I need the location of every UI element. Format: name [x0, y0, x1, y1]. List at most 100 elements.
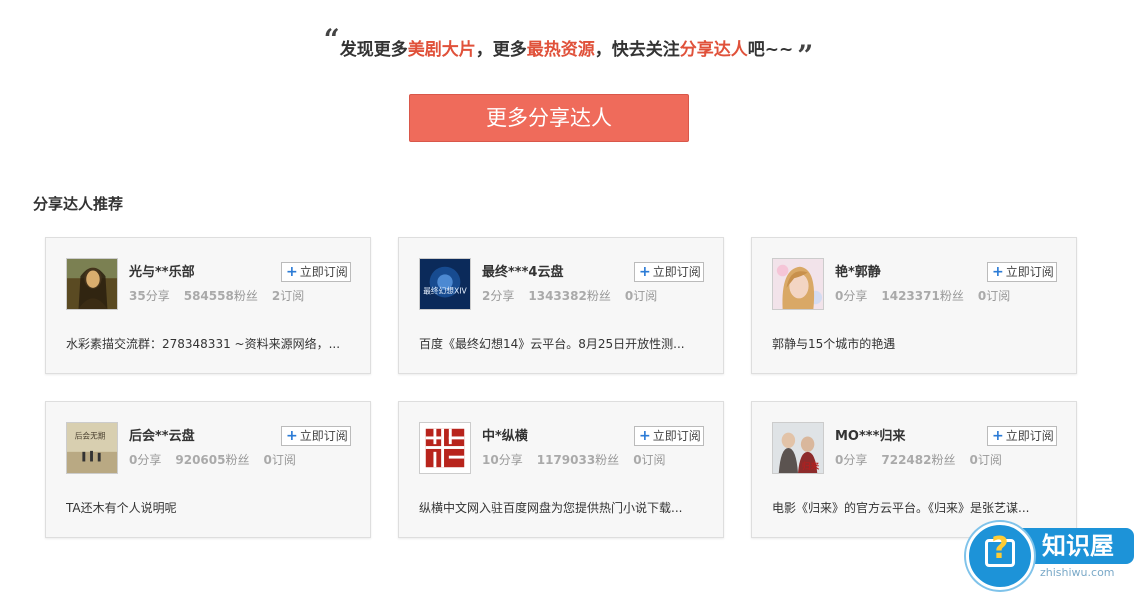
sharer-name[interactable]: 最终***4云盘: [482, 261, 563, 280]
subscribe-label: 立即订阅: [652, 429, 701, 443]
sharer-name[interactable]: 艳*郭静: [835, 261, 881, 280]
subscribe-button[interactable]: + 立即订阅: [987, 426, 1057, 446]
subscribe-label: 立即订阅: [299, 429, 348, 443]
sub-count: 0: [977, 289, 987, 303]
sub-count: 0: [624, 289, 634, 303]
close-quote: ”: [797, 39, 814, 72]
subscribe-label: 立即订阅: [652, 265, 701, 279]
share-unit: 分享: [137, 453, 162, 467]
sharer-stats: 2分享 1343382粉丝 0订阅: [482, 287, 657, 304]
headline: “发现更多美剧大片，更多最热资源，快去关注分享达人吧~~”: [0, 22, 1137, 72]
subscribe-label: 立即订阅: [299, 265, 348, 279]
share-count: 10: [482, 453, 499, 467]
sharer-description: 电影《归来》的官方云平台。《归来》是张艺谋...: [772, 501, 1030, 515]
sub-unit: 订阅: [977, 453, 1002, 467]
fan-count: 722482: [881, 453, 932, 467]
share-unit: 分享: [843, 453, 868, 467]
subscribe-label: 立即订阅: [1005, 265, 1054, 279]
sharer-name[interactable]: 中*纵横: [482, 425, 528, 444]
sharer-stats: 35分享 584558粉丝 2订阅: [129, 287, 304, 304]
subscribe-label: 立即订阅: [1005, 429, 1054, 443]
sub-count: 0: [633, 453, 642, 467]
plus-icon: +: [286, 428, 298, 444]
sharer-description: 郭静与15个城市的艳遇: [772, 337, 896, 351]
sharer-card: 最终幻想XIV 最终***4云盘 2分享 1343382粉丝 0订阅 + 立即订阅 百…: [398, 237, 724, 374]
guilai-poster-avatar[interactable]: 归来: [772, 422, 824, 474]
share-unit: 分享: [490, 289, 515, 303]
avatar-caption: 归来: [802, 460, 820, 472]
headline-highlight-3: 分享达人: [679, 40, 748, 60]
sharer-stats: 0分享 1423371粉丝 0订阅: [835, 287, 1010, 304]
subscribe-button[interactable]: + 立即订阅: [634, 262, 704, 282]
sub-unit: 订阅: [986, 289, 1011, 303]
plus-icon: +: [992, 428, 1004, 444]
sharer-name[interactable]: MO***归来: [835, 425, 905, 444]
plus-icon: +: [639, 428, 651, 444]
avatar-caption: 后会无期: [75, 430, 106, 440]
fan-unit: 粉丝: [939, 289, 964, 303]
site-watermark: 知识屋 ? zhishiwu.com: [960, 520, 1137, 592]
fan-count: 584558: [183, 289, 234, 303]
sharer-name[interactable]: 后会**云盘: [129, 425, 195, 444]
sub-unit: 订阅: [271, 453, 296, 467]
final-fantasy-avatar[interactable]: 最终幻想XIV: [419, 258, 471, 310]
fan-unit: 粉丝: [595, 453, 620, 467]
share-unit: 分享: [145, 289, 170, 303]
plus-icon: +: [639, 264, 651, 280]
sharer-description: 百度《最终幻想14》云平台。8月25日开放性测...: [419, 337, 685, 351]
fan-count: 920605: [175, 453, 226, 467]
more-sharers-button[interactable]: 更多分享达人: [409, 94, 689, 142]
sub-count: 2: [271, 289, 281, 303]
mona-lisa-avatar[interactable]: [66, 258, 118, 310]
sharer-description: 纵横中文网入驻百度网盘为您提供热门小说下载...: [419, 501, 683, 515]
sharer-card: 归来 MO***归来 0分享 722482粉丝 0订阅 + 立即订阅 电影《归来》的官…: [751, 401, 1077, 538]
headline-part-4: 吧~~: [747, 40, 794, 60]
watermark-domain: zhishiwu.com: [1040, 566, 1115, 579]
watermark-name: 知识屋: [1022, 528, 1134, 564]
fan-unit: 粉丝: [233, 289, 258, 303]
sharer-description: TA还木有个人说明呢: [66, 501, 177, 515]
sharer-card: 光与**乐部 35分享 584558粉丝 2订阅 + 立即订阅 水彩素描交流群：278…: [45, 237, 371, 374]
sharer-stats: 0分享 920605粉丝 0订阅: [129, 451, 296, 468]
sharer-name[interactable]: 光与**乐部: [129, 261, 195, 280]
sub-unit: 订阅: [633, 289, 658, 303]
sub-unit: 订阅: [280, 289, 305, 303]
section-title: 分享达人推荐: [33, 195, 124, 213]
movie-poster-avatar[interactable]: 后会无期: [66, 422, 118, 474]
subscribe-button[interactable]: + 立即订阅: [281, 426, 351, 446]
question-mark-icon: ?: [991, 531, 1009, 566]
sharer-description: 水彩素描交流群：278348331 ~资料来源网络，...: [66, 337, 341, 351]
share-unit: 分享: [498, 453, 523, 467]
plus-icon: +: [286, 264, 298, 280]
headline-highlight-1: 美剧大片: [407, 40, 476, 60]
fan-count: 1423371: [881, 289, 940, 303]
headline-highlight-2: 最热资源: [526, 40, 595, 60]
sharer-card: 中*纵横 10分享 1179033粉丝 0订阅 + 立即订阅 纵横中文网入驻百度网盘为…: [398, 401, 724, 538]
avatar-caption: 最终幻想XIV: [423, 286, 467, 296]
sharer-card: 后会无期 后会**云盘 0分享 920605粉丝 0订阅 + 立即订阅 TA还木有个人…: [45, 401, 371, 538]
watermark-logo-icon: ?: [966, 522, 1034, 590]
headline-part-3: ，快去关注: [594, 40, 680, 60]
sub-count: 0: [263, 453, 272, 467]
share-count: 35: [129, 289, 146, 303]
portrait-avatar[interactable]: [772, 258, 824, 310]
sharer-card: 艳*郭静 0分享 1423371粉丝 0订阅 + 立即订阅 郭静与15个城市的艳遇: [751, 237, 1077, 374]
fan-count: 1343382: [528, 289, 587, 303]
subscribe-button[interactable]: + 立即订阅: [634, 426, 704, 446]
fan-unit: 粉丝: [225, 453, 250, 467]
headline-part-1: 发现更多: [339, 40, 408, 60]
sub-count: 0: [969, 453, 978, 467]
subscribe-button[interactable]: + 立即订阅: [281, 262, 351, 282]
sharer-stats: 10分享 1179033粉丝 0订阅: [482, 451, 666, 468]
plus-icon: +: [992, 264, 1004, 280]
open-quote: “: [323, 23, 340, 56]
subscribe-button[interactable]: + 立即订阅: [987, 262, 1057, 282]
fan-unit: 粉丝: [931, 453, 956, 467]
fan-count: 1179033: [536, 453, 596, 467]
sub-unit: 订阅: [641, 453, 666, 467]
headline-part-2: ，更多: [475, 40, 527, 60]
sharer-stats: 0分享 722482粉丝 0订阅: [835, 451, 1002, 468]
fan-unit: 粉丝: [586, 289, 611, 303]
zongheng-logo-avatar[interactable]: [419, 422, 471, 474]
share-unit: 分享: [843, 289, 868, 303]
